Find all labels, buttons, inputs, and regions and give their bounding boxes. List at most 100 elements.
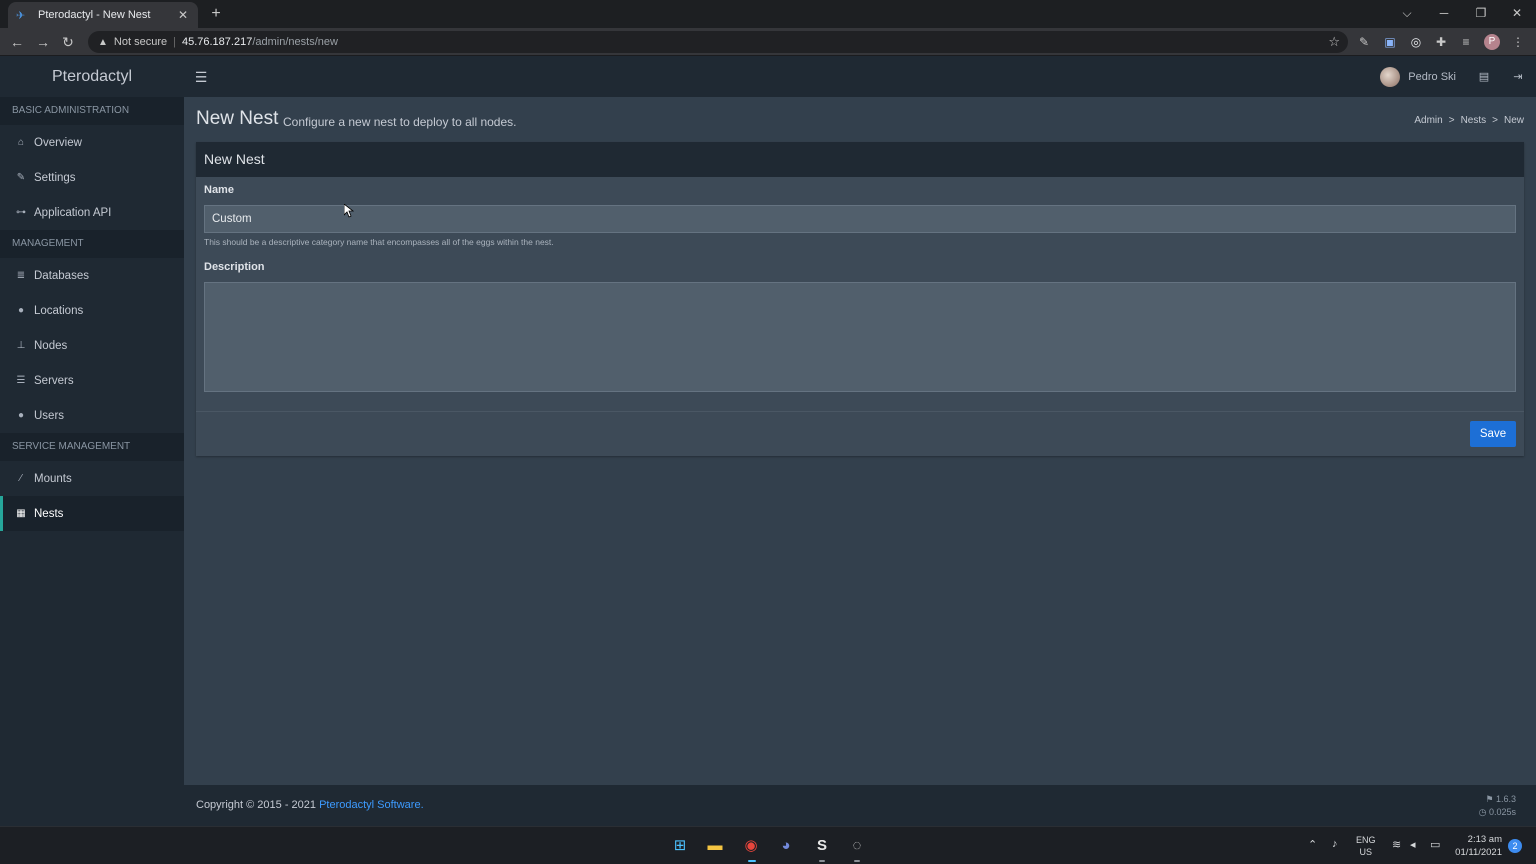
wifi-icon[interactable]: ≋ bbox=[1392, 838, 1401, 851]
discord-icon[interactable]: ◕ bbox=[775, 835, 797, 857]
browser-tab[interactable]: ✈ Pterodactyl - New Nest ✕ bbox=[8, 2, 198, 28]
copyright: Copyright © 2015 - 2021 Pterodactyl Soft… bbox=[196, 799, 424, 811]
database-icon: ≣ bbox=[16, 270, 26, 281]
sidebar-section-service-management: SERVICE MANAGEMENT bbox=[0, 433, 184, 461]
pen-extension-icon[interactable]: ✎ bbox=[1356, 34, 1372, 50]
magic-icon: ⁄ bbox=[20, 473, 22, 484]
name-input[interactable] bbox=[204, 205, 1516, 233]
name-label: Name bbox=[204, 184, 234, 196]
th-large-icon: ▦ bbox=[16, 508, 26, 519]
profile-avatar-icon[interactable]: P bbox=[1484, 34, 1500, 50]
sidebar-item-label: Databases bbox=[34, 269, 89, 282]
wrench-icon: ✎ bbox=[16, 172, 26, 183]
render-time: 0.025s bbox=[1488, 807, 1516, 817]
kebab-menu-icon[interactable]: ⋮ bbox=[1510, 34, 1526, 50]
restore-icon[interactable]: ❐ bbox=[1469, 3, 1493, 23]
page-title: New Nest bbox=[196, 108, 279, 129]
logout-icon[interactable]: ⇥ bbox=[1510, 68, 1526, 86]
flag-icon: ⚑ bbox=[1485, 794, 1494, 804]
chrome-icon[interactable]: ◉ bbox=[740, 835, 762, 857]
copyright-text: Copyright © 2015 - 2021 bbox=[196, 799, 317, 811]
hamburger-menu-icon[interactable]: ☰ bbox=[192, 67, 210, 87]
minimize-icon[interactable]: ─ bbox=[1432, 3, 1456, 23]
browser-tab-strip: ✈ Pterodactyl - New Nest ✕ + ⌵ ─ ❐ ✕ bbox=[0, 0, 1536, 28]
translate-extension-icon[interactable]: ▣ bbox=[1382, 34, 1398, 50]
form-footer: Save bbox=[196, 411, 1524, 456]
address-bar[interactable]: ▲ Not secure | 45.76.187.217 /admin/nest… bbox=[88, 31, 1348, 53]
language-indicator[interactable]: ENG US bbox=[1356, 834, 1376, 858]
url-path: /admin/nests/new bbox=[252, 36, 338, 48]
description-textarea[interactable] bbox=[204, 282, 1516, 392]
obs-icon[interactable]: ◌ bbox=[846, 835, 868, 857]
page-footer: Copyright © 2015 - 2021 Pterodactyl Soft… bbox=[184, 785, 1536, 826]
breadcrumb-admin[interactable]: Admin bbox=[1414, 115, 1442, 126]
forward-icon[interactable]: → bbox=[33, 32, 53, 52]
sidebar-item-servers[interactable]: ☰ Servers bbox=[0, 363, 184, 398]
bookmark-star-icon[interactable]: ☆ bbox=[1328, 34, 1340, 50]
mouse-cursor-icon bbox=[344, 204, 354, 218]
server-icon: ☰ bbox=[16, 375, 26, 386]
sidebar-item-label: Locations bbox=[34, 304, 84, 317]
clock-date: 01/11/2021 bbox=[1455, 847, 1502, 858]
breadcrumb-nests[interactable]: Nests bbox=[1461, 115, 1487, 126]
sidebar-item-users[interactable]: ● Users bbox=[0, 398, 184, 433]
running-app-indicator bbox=[854, 860, 860, 862]
avatar bbox=[1380, 67, 1401, 87]
version-number: 1.6.3 bbox=[1495, 794, 1516, 804]
form-header: New Nest bbox=[196, 142, 1524, 177]
page-subtitle: Configure a new nest to deploy to all no… bbox=[283, 115, 517, 129]
security-label: Not secure bbox=[113, 36, 168, 48]
sidebar-item-settings[interactable]: ✎ Settings bbox=[0, 160, 184, 195]
sidebar-item-label: Overview bbox=[34, 136, 82, 149]
new-tab-button[interactable]: + bbox=[206, 4, 226, 24]
language-code: ENG bbox=[1356, 835, 1376, 845]
brand-logo[interactable]: Pterodactyl bbox=[0, 57, 184, 97]
breadcrumb: Admin > Nests > New bbox=[1414, 115, 1524, 126]
sidebar-item-label: Application API bbox=[34, 206, 112, 219]
sidebar: BASIC ADMINISTRATION ⌂ Overview ✎ Settin… bbox=[0, 97, 184, 826]
sidebar-item-label: Nests bbox=[34, 507, 64, 520]
pterodactyl-software-link[interactable]: Pterodactyl Software. bbox=[319, 799, 424, 811]
sidebar-item-application-api[interactable]: ⊶ Application API bbox=[0, 195, 184, 230]
sidebar-item-mounts[interactable]: ⁄ Mounts bbox=[0, 461, 184, 496]
sidebar-item-overview[interactable]: ⌂ Overview bbox=[0, 125, 184, 160]
back-icon[interactable]: ← bbox=[7, 32, 27, 52]
server-list-icon[interactable]: ▤ bbox=[1476, 68, 1492, 86]
reload-icon[interactable]: ↻ bbox=[58, 32, 78, 52]
breadcrumb-new: New bbox=[1503, 115, 1524, 126]
sidebar-item-databases[interactable]: ≣ Databases bbox=[0, 258, 184, 293]
notification-badge[interactable]: 2 bbox=[1508, 839, 1522, 853]
user-menu[interactable]: Pedro Ski bbox=[1380, 66, 1456, 88]
tray-overflow-chevron-icon[interactable]: ⌃ bbox=[1308, 838, 1317, 851]
sidebar-item-label: Settings bbox=[34, 171, 76, 184]
breadcrumb-separator: > bbox=[1492, 115, 1498, 126]
volume-icon[interactable]: ◂ bbox=[1410, 838, 1416, 851]
puzzle-extensions-icon[interactable]: ✚ bbox=[1433, 34, 1449, 50]
reading-list-icon[interactable]: ≡ bbox=[1458, 34, 1474, 50]
sidebar-section-management: MANAGEMENT bbox=[0, 230, 184, 258]
tab-close-icon[interactable]: ✕ bbox=[176, 8, 190, 22]
windows-start-icon[interactable]: ⊞ bbox=[669, 835, 691, 857]
sidebar-item-label: Servers bbox=[34, 374, 74, 387]
battery-icon[interactable]: ▭ bbox=[1430, 838, 1440, 851]
microphone-icon[interactable]: ♪ bbox=[1332, 838, 1338, 850]
active-app-indicator bbox=[748, 860, 756, 862]
sidebar-item-locations[interactable]: ● Locations bbox=[0, 293, 184, 328]
sidebar-item-nests[interactable]: ▦ Nests bbox=[0, 496, 184, 531]
color-extension-icon[interactable]: ◎ bbox=[1408, 34, 1424, 50]
tab-search-icon[interactable]: ⌵ bbox=[1395, 3, 1419, 23]
breadcrumb-separator: > bbox=[1448, 115, 1455, 126]
pterodactyl-favicon-icon: ✈ bbox=[16, 9, 26, 22]
warning-icon: ▲ bbox=[98, 36, 108, 48]
stake-app-icon[interactable]: S bbox=[811, 835, 833, 857]
clock[interactable]: 2:13 am 01/11/2021 bbox=[1455, 833, 1502, 859]
region-code: US bbox=[1359, 847, 1373, 857]
version-info: ⚑ 1.6.3 ◷ 0.025s bbox=[1479, 793, 1516, 819]
sidebar-item-nodes[interactable]: ⊥ Nodes bbox=[0, 328, 184, 363]
save-button[interactable]: Save bbox=[1470, 421, 1516, 447]
name-help-text: This should be a descriptive category na… bbox=[204, 237, 554, 247]
tab-title: Pterodactyl - New Nest bbox=[38, 9, 151, 21]
file-explorer-icon[interactable]: ▬ bbox=[704, 835, 726, 857]
browser-toolbar: ← → ↻ ▲ Not secure | 45.76.187.217 /admi… bbox=[0, 28, 1536, 56]
close-window-icon[interactable]: ✕ bbox=[1505, 3, 1529, 23]
